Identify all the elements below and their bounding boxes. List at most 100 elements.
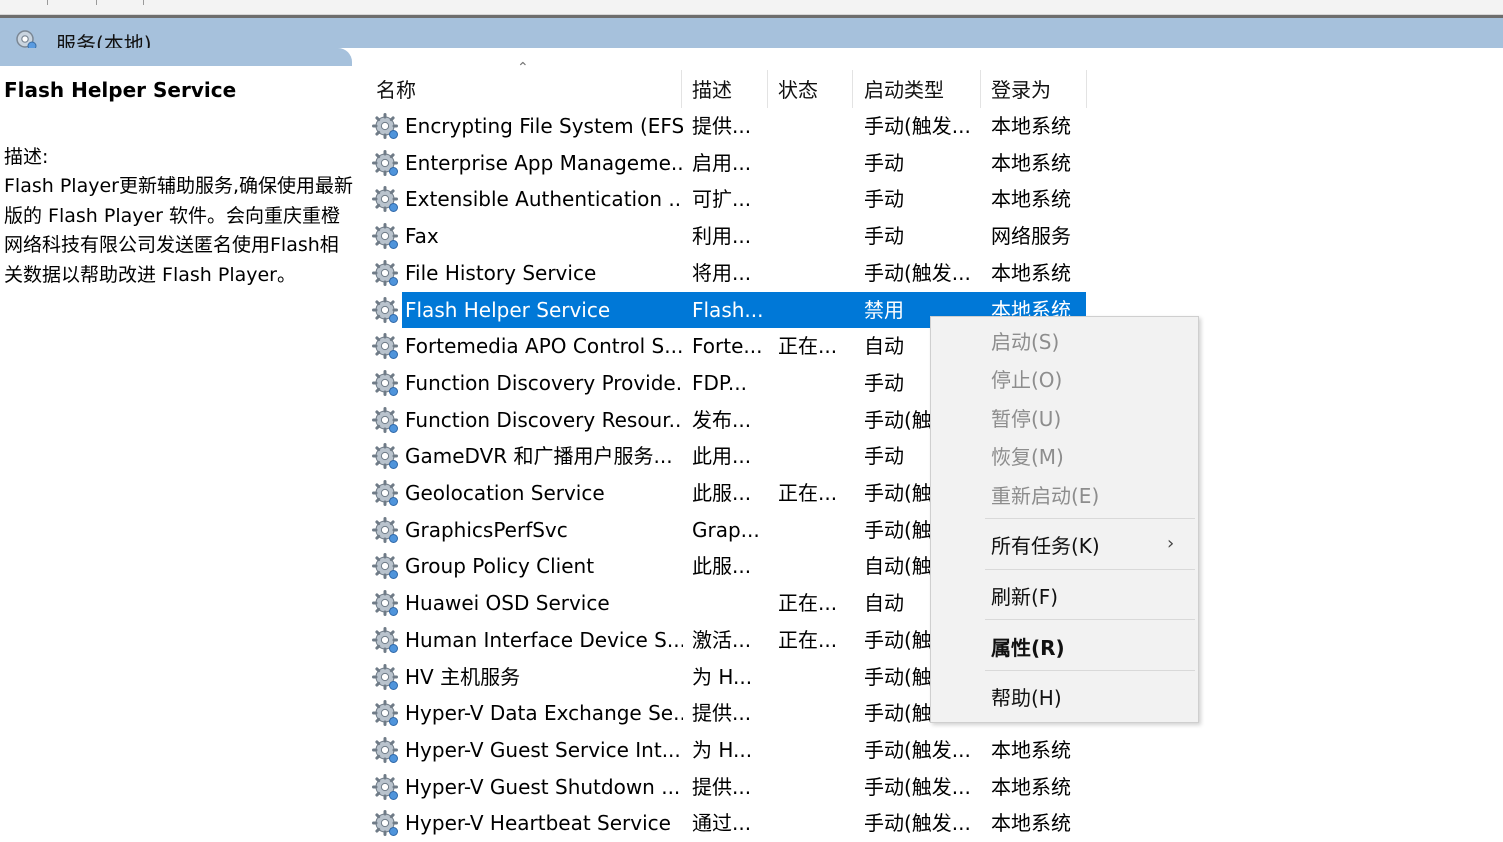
- service-gear-icon: [372, 443, 400, 471]
- service-status: 正在...: [778, 334, 838, 359]
- menu-separator: [985, 518, 1195, 519]
- table-row[interactable]: Hyper-V Heartbeat Service 通过... 手动(触发... 本地…: [370, 805, 1086, 842]
- toolbar-separator: [96, 0, 97, 5]
- service-gear-icon: [372, 700, 400, 728]
- service-status: [778, 659, 854, 696]
- description-text: Flash Player更新辅助服务,确保使用最新版的 Flash Player…: [4, 175, 353, 286]
- column-separator[interactable]: [767, 70, 768, 108]
- table-row[interactable]: File History Service 将用... 手动(触发... 本地系统: [370, 255, 1086, 292]
- service-logon: 本地系统: [991, 187, 1071, 212]
- service-status: 正在...: [778, 591, 838, 616]
- service-description: 利用...: [692, 224, 752, 249]
- menu-item-resume[interactable]: 恢复(M): [991, 440, 1064, 474]
- service-gear-icon: [372, 736, 400, 765]
- service-description: 将用...: [692, 260, 752, 285]
- service-name: HV 主机服务: [405, 664, 521, 689]
- service-status: [778, 292, 854, 329]
- service-gear-icon: [372, 223, 400, 251]
- menu-item-stop[interactable]: 停止(O): [991, 363, 1062, 397]
- service-description: 发布...: [692, 407, 752, 432]
- submenu-chevron-icon: ›: [1167, 533, 1175, 554]
- service-gear-icon: [372, 553, 400, 581]
- table-row[interactable]: Enterprise App Manageme... 启用... 手动 本地系统: [370, 145, 1086, 182]
- menu-item-restart[interactable]: 重新启动(E): [991, 479, 1099, 513]
- service-description: 此服...: [692, 554, 752, 579]
- service-description: Forte...: [692, 334, 763, 359]
- service-status: [778, 181, 854, 218]
- tab-band: [0, 48, 352, 66]
- table-row[interactable]: Extensible Authentication ... 可扩... 手动 本地系统: [370, 181, 1086, 218]
- column-separator[interactable]: [1086, 70, 1087, 108]
- service-gear-icon: [372, 149, 400, 178]
- table-row[interactable]: Fax 利用... 手动 网络服务: [370, 218, 1086, 255]
- column-header-description[interactable]: 描述: [692, 72, 732, 108]
- service-gear-icon: [372, 369, 400, 398]
- menu-separator: [985, 619, 1195, 620]
- service-logon: 本地系统: [991, 114, 1071, 138]
- service-name: Hyper-V Heartbeat Service: [405, 811, 671, 836]
- service-name: Hyper-V Guest Service Int...: [405, 737, 681, 762]
- service-gear-icon: [372, 626, 400, 655]
- column-header-name[interactable]: 名称: [376, 72, 416, 108]
- column-separator[interactable]: [852, 70, 853, 108]
- service-name: Flash Helper Service: [405, 297, 611, 322]
- menu-item-properties[interactable]: 属性(R): [991, 631, 1065, 665]
- service-startup-type: 手动: [864, 187, 904, 212]
- column-header-logon[interactable]: 登录为: [991, 72, 1051, 108]
- table-row[interactable]: Encrypting File System (EFS) 提供... 手动(触发..…: [370, 108, 1086, 145]
- service-status: [778, 732, 854, 769]
- context-menu: 启动(S) 停止(O) 暂停(U) 恢复(M) 重新启动(E) 所有任务(K) …: [930, 316, 1199, 723]
- service-gear-icon: [372, 663, 400, 692]
- table-row[interactable]: Hyper-V Guest Service Int... 为 H... 手动(触发.…: [370, 732, 1086, 769]
- service-startup-type: 手动: [864, 224, 904, 249]
- service-description: 为 H...: [692, 664, 753, 689]
- console-header: [0, 18, 1503, 48]
- selected-service-name: Flash Helper Service: [4, 78, 237, 102]
- service-description: FDP...: [692, 370, 747, 395]
- service-description: 可扩...: [692, 187, 752, 212]
- service-logon: 本地系统: [991, 774, 1071, 799]
- service-description: 此服...: [692, 481, 752, 505]
- service-description: Flash...: [692, 297, 764, 322]
- menu-item-help[interactable]: 帮助(H): [991, 681, 1062, 715]
- service-status: 正在...: [778, 627, 838, 652]
- menu-item-pause[interactable]: 暂停(U): [991, 402, 1061, 436]
- column-separator[interactable]: [681, 70, 682, 108]
- service-description: [692, 585, 768, 622]
- menu-item-all-tasks[interactable]: 所有任务(K): [991, 529, 1100, 563]
- service-status: [778, 402, 854, 439]
- service-gear-icon: [372, 516, 400, 545]
- service-startup-type: 手动(触发...: [864, 114, 971, 138]
- service-gear-icon: [372, 113, 400, 141]
- column-separator[interactable]: [980, 70, 981, 108]
- service-description: Grap...: [692, 517, 760, 542]
- column-header-status[interactable]: 状态: [778, 72, 818, 108]
- service-status: 正在...: [778, 481, 838, 505]
- service-logon: 本地系统: [991, 811, 1071, 836]
- service-gear-icon: [372, 810, 400, 838]
- service-name: File History Service: [405, 260, 597, 285]
- service-name: Extensible Authentication ...: [405, 187, 683, 212]
- service-startup-type: 手动(触发...: [864, 260, 971, 285]
- service-status: [778, 255, 854, 292]
- service-gear-icon: [372, 480, 400, 508]
- service-status: [778, 805, 854, 842]
- service-startup-type: 手动(触发...: [864, 737, 971, 762]
- service-startup-type: 手动(触发...: [864, 811, 971, 836]
- service-name: Human Interface Device S...: [405, 627, 683, 652]
- service-name: Function Discovery Resour...: [405, 407, 683, 432]
- service-description: 此用...: [692, 444, 752, 469]
- toolbar-separator: [47, 0, 48, 5]
- service-name: Huawei OSD Service: [405, 591, 610, 616]
- description-label: 描述:: [4, 146, 49, 168]
- table-row[interactable]: Hyper-V Guest Shutdown ... 提供... 手动(触发... 本…: [370, 769, 1086, 806]
- menu-item-start[interactable]: 启动(S): [991, 325, 1059, 359]
- service-description: 为 H...: [692, 737, 753, 762]
- column-header-startup-type[interactable]: 启动类型: [864, 72, 944, 108]
- service-name: Encrypting File System (EFS): [405, 114, 683, 138]
- menu-item-refresh[interactable]: 刷新(F): [991, 580, 1058, 614]
- service-gear-icon: [372, 590, 400, 618]
- service-description: 提供...: [692, 701, 752, 726]
- service-gear-icon: [372, 186, 400, 214]
- service-gear-icon: [372, 259, 400, 288]
